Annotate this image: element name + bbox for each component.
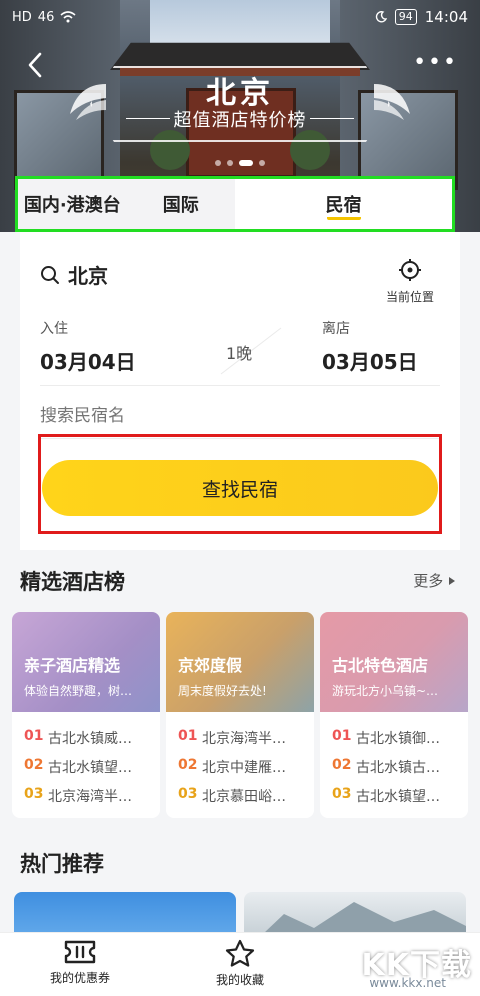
carousel-dot[interactable] <box>215 160 221 166</box>
card-title: 古北特色酒店 <box>332 656 429 675</box>
watermark-url: www.kkx.net <box>369 976 446 990</box>
ranking-item[interactable]: 03 古北水镇望… <box>332 786 440 815</box>
carrier-label: HD <box>12 9 32 25</box>
rank-number: 02 <box>24 757 44 773</box>
carousel-dot[interactable] <box>259 160 265 166</box>
booking-type-tabs: 国内·港澳台 国际 民宿 <box>15 176 455 232</box>
rank-number: 02 <box>178 757 198 773</box>
card-subtitle: 游玩北方小乌镇~… <box>332 684 439 698</box>
ranking-item[interactable]: 03 北京海湾半… <box>24 786 132 815</box>
status-bar: HD 46 94 14:04 <box>0 0 480 34</box>
ranking-item[interactable]: 01 古北水镇御… <box>332 728 440 757</box>
arrow-right-icon <box>449 577 455 585</box>
rank-number: 01 <box>24 728 44 744</box>
ticket-icon <box>64 940 96 964</box>
card-subtitle: 体验自然野趣，树… <box>24 684 133 698</box>
checkout-picker[interactable]: 离店 03月05日 <box>322 318 418 375</box>
ranking-item[interactable]: 02 古北水镇古… <box>332 757 440 786</box>
locate-icon <box>399 259 421 281</box>
rank-number: 01 <box>332 728 352 744</box>
carousel-dot-active[interactable] <box>239 160 253 166</box>
hotel-name: 古北水镇威… <box>48 731 132 747</box>
checkout-label: 离店 <box>322 321 350 337</box>
card-ranking: 01 北京海湾半… 02 北京中建雁… 03 北京慕田峪… <box>178 728 286 815</box>
nights-count: 1晚 <box>226 344 253 363</box>
checkin-picker[interactable]: 入住 03月04日 <box>40 318 136 375</box>
carousel-dot[interactable] <box>227 160 233 166</box>
search-homestay-button[interactable]: 查找民宿 <box>42 460 438 516</box>
rank-number: 03 <box>178 786 198 802</box>
wifi-icon <box>60 11 76 23</box>
ranking-item[interactable]: 02 古北水镇望… <box>24 757 132 786</box>
checkout-date: 03月05日 <box>322 350 418 374</box>
card-ranking: 01 古北水镇御… 02 古北水镇古… 03 古北水镇望… <box>332 728 440 815</box>
checkin-label: 入住 <box>40 321 68 337</box>
checkin-date: 03月04日 <box>40 350 136 374</box>
rank-number: 01 <box>178 728 198 744</box>
search-icon <box>41 265 59 284</box>
hotel-list-card-gubei[interactable]: 古北特色酒店 游玩北方小乌镇~… 01 古北水镇御… 02 古北水镇古… 03 古北水… <box>320 612 468 818</box>
hotel-name: 古北水镇御… <box>356 731 440 747</box>
back-button[interactable] <box>24 50 48 80</box>
carousel-dots <box>0 160 480 166</box>
ranking-item[interactable]: 01 古北水镇威… <box>24 728 132 757</box>
current-location-button[interactable]: 当前位置 <box>380 258 440 305</box>
hero-subtitle: 超值酒店特价榜 <box>173 110 307 131</box>
hotel-list-card-family[interactable]: 亲子酒店精选 体验自然野趣，树… 01 古北水镇威… 02 古北水镇望… 03 北京海… <box>12 612 160 818</box>
rank-number: 03 <box>332 786 352 802</box>
selected-city: 北京 <box>68 264 108 288</box>
more-label: 更多 <box>413 572 444 590</box>
hotel-name: 古北水镇古… <box>356 760 440 776</box>
city-selector[interactable]: 北京 <box>40 260 108 289</box>
recommend-section-title: 热门推荐 <box>20 852 104 876</box>
divider <box>40 385 440 386</box>
city-badge: 北京 超值酒店特价榜 <box>70 66 410 142</box>
rank-number: 02 <box>332 757 352 773</box>
hotel-name: 北京中建雁… <box>202 760 286 776</box>
card-subtitle: 周末度假好去处! <box>178 684 267 698</box>
signal-label: 46 <box>37 9 55 25</box>
star-icon <box>225 939 255 967</box>
card-title: 亲子酒店精选 <box>24 656 121 675</box>
nav-favorites-label: 我的收藏 <box>215 973 264 987</box>
card-title: 京郊度假 <box>178 656 243 675</box>
card-ranking: 01 古北水镇威… 02 古北水镇望… 03 北京海湾半… <box>24 728 132 815</box>
ranking-item[interactable]: 03 北京慕田峪… <box>178 786 286 815</box>
ranking-item[interactable]: 02 北京中建雁… <box>178 757 286 786</box>
clock: 14:04 <box>424 8 468 26</box>
tab-international[interactable]: 国际 <box>127 179 236 229</box>
current-location-label: 当前位置 <box>385 290 434 304</box>
battery-indicator: 94 <box>394 9 417 25</box>
moon-icon <box>375 11 387 23</box>
nav-coupons[interactable]: 我的优惠券 <box>0 933 160 996</box>
tab-homestay[interactable]: 民宿 <box>235 179 452 229</box>
date-range: 入住 03月04日 1晚 离店 03月05日 <box>40 318 440 380</box>
keyword-input[interactable] <box>40 398 440 434</box>
featured-more-link[interactable]: 更多 <box>413 570 456 591</box>
nav-coupons-label: 我的优惠券 <box>49 971 110 985</box>
tab-group-inactive: 国内·港澳台 国际 <box>18 179 235 229</box>
tab-domestic[interactable]: 国内·港澳台 <box>18 179 127 229</box>
rank-number: 03 <box>24 786 44 802</box>
hotel-name: 古北水镇望… <box>356 789 440 805</box>
hotel-list-card-suburb[interactable]: 京郊度假 周末度假好去处! 01 北京海湾半… 02 北京中建雁… 03 北京慕田峪… <box>166 612 314 818</box>
hotel-name: 北京海湾半… <box>48 789 132 805</box>
hotel-name: 北京慕田峪… <box>202 789 286 805</box>
hotel-name: 古北水镇望… <box>48 760 132 776</box>
featured-section-title: 精选酒店榜 <box>20 570 125 594</box>
nav-favorites[interactable]: 我的收藏 <box>160 933 320 996</box>
more-menu-button[interactable]: ••• <box>413 52 458 74</box>
hotel-name: 北京海湾半… <box>202 731 286 747</box>
ranking-item[interactable]: 01 北京海湾半… <box>178 728 286 757</box>
